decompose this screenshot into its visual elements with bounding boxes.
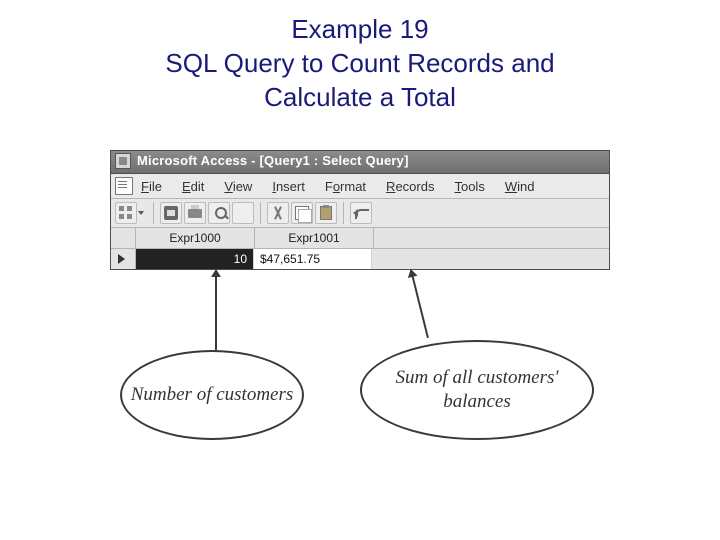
print-button[interactable] (184, 202, 206, 224)
view-button[interactable] (115, 202, 137, 224)
callout-number-of-customers: Number of customers (120, 350, 304, 440)
separator-icon (343, 202, 344, 224)
arrow-icon (215, 270, 217, 350)
spelling-button[interactable] (232, 202, 254, 224)
menu-edit[interactable]: Edit (182, 179, 204, 194)
paste-button[interactable] (315, 202, 337, 224)
menu-file[interactable]: File (141, 179, 162, 194)
grid-header-fill (374, 228, 609, 248)
menu-tools[interactable]: Tools (454, 179, 484, 194)
print-preview-button[interactable] (208, 202, 230, 224)
access-app-icon (115, 153, 131, 169)
callout-text: Number of customers (131, 383, 294, 407)
cell-sum[interactable]: $47,651.75 (254, 249, 372, 269)
menu-view[interactable]: View (224, 179, 252, 194)
titlebar: Microsoft Access - [Query1 : Select Quer… (110, 150, 610, 174)
copy-button[interactable] (291, 202, 313, 224)
undo-button[interactable] (350, 202, 372, 224)
select-all-box[interactable] (111, 228, 136, 248)
cut-button[interactable] (267, 202, 289, 224)
slide-title: Example 19 SQL Query to Count Records an… (0, 12, 720, 114)
toolbar (111, 199, 609, 228)
title-line-1: Example 19 (291, 14, 428, 44)
document-icon[interactable] (115, 177, 133, 195)
grid-header-row: Expr1000 Expr1001 (111, 228, 609, 249)
callout-text: Sum of all customers' balances (362, 366, 592, 414)
grid-row-fill (372, 249, 609, 269)
menu-format[interactable]: Format (325, 179, 366, 194)
separator-icon (260, 202, 261, 224)
row-selector[interactable] (111, 249, 136, 269)
title-line-3: Calculate a Total (264, 82, 456, 112)
access-window: Microsoft Access - [Query1 : Select Quer… (110, 150, 610, 270)
title-line-2: SQL Query to Count Records and (165, 48, 554, 78)
column-header-expr1000[interactable]: Expr1000 (136, 228, 255, 248)
annotations: Number of customers Sum of all customers… (110, 270, 610, 500)
cell-count[interactable]: 10 (136, 249, 254, 269)
titlebar-text: Microsoft Access - [Query1 : Select Quer… (137, 153, 409, 168)
table-row[interactable]: 10 $47,651.75 (111, 249, 609, 269)
save-button[interactable] (160, 202, 182, 224)
menu-insert[interactable]: Insert (272, 179, 305, 194)
column-header-expr1001[interactable]: Expr1001 (255, 228, 374, 248)
menubar: File Edit View Insert Format Records Too… (111, 174, 609, 199)
current-row-icon (118, 254, 125, 264)
arrow-icon (410, 270, 429, 338)
menu-records[interactable]: Records (386, 179, 434, 194)
separator-icon (153, 202, 154, 224)
datasheet-grid: Expr1000 Expr1001 10 $47,651.75 (111, 228, 609, 269)
menu-window[interactable]: Wind (505, 179, 535, 194)
callout-sum-of-balances: Sum of all customers' balances (360, 340, 594, 440)
